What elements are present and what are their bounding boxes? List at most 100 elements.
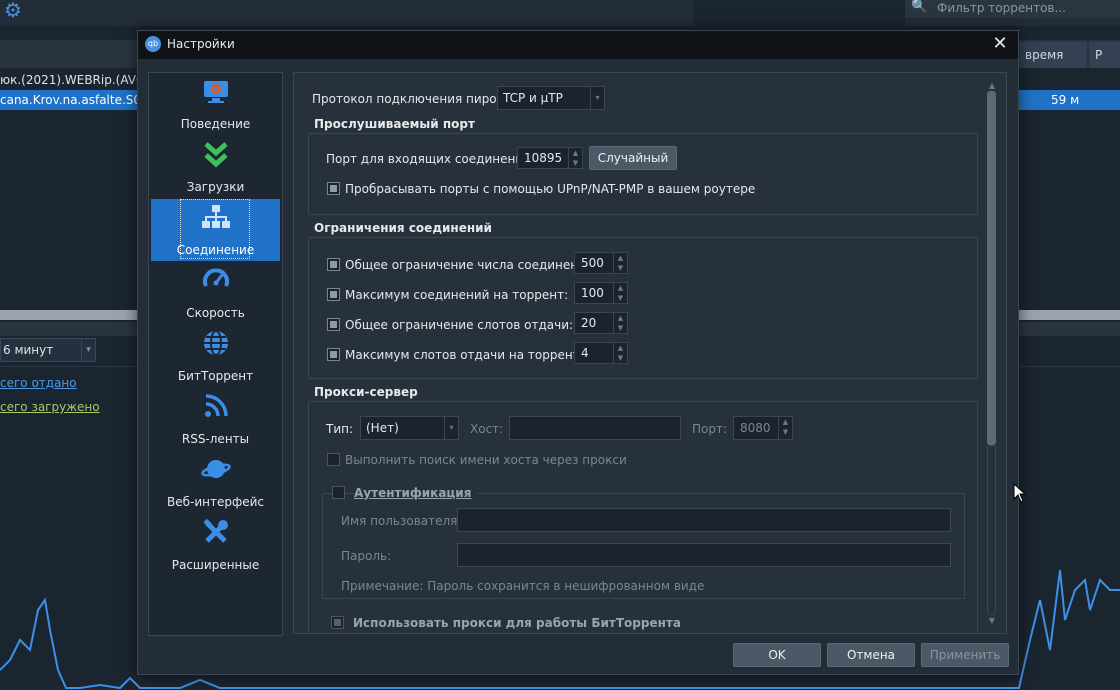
spin-arrows-icon[interactable]: ▲ ▼: [613, 253, 627, 273]
per-torrent-connections-spinbox[interactable]: 100 ▲ ▼: [574, 282, 628, 304]
proxy-group: Тип: (Нет) ▾ Хост: Порт: 8080 ▲ ▼ Выполни…: [308, 401, 978, 633]
proxy-hostname-lookup-checkbox[interactable]: [327, 453, 340, 466]
sidebar-item-label: БитТоррент: [177, 369, 254, 383]
spin-arrows-icon[interactable]: ▲ ▼: [778, 417, 792, 439]
scroll-up-icon[interactable]: ▲: [986, 81, 998, 91]
sidebar-item-label: RSS-ленты: [181, 432, 250, 446]
use-proxy-bittorrent-checkbox[interactable]: [331, 616, 344, 629]
sidebar-item-advanced[interactable]: Расширенные: [151, 514, 280, 576]
settings-dialog: qb Настройки ✕ Поведение Загрузки Соедин…: [137, 30, 1019, 675]
monitor-gear-icon: [151, 77, 280, 107]
global-connections-checkbox[interactable]: [327, 258, 340, 271]
upnp-checkbox[interactable]: [327, 182, 340, 195]
proxy-type-select[interactable]: (Нет) ▾: [360, 416, 459, 440]
spin-arrows-icon[interactable]: ▲ ▼: [568, 148, 582, 168]
chevron-down-icon: ▾: [81, 339, 95, 361]
protocol-select[interactable]: TCP и µTP ▾: [497, 86, 605, 110]
sidebar-item-label: Загрузки: [186, 180, 245, 194]
scroll-track[interactable]: [987, 445, 996, 615]
use-proxy-bittorrent-label: Использовать прокси для работы БитТоррен…: [353, 616, 681, 630]
apply-button[interactable]: Применить: [921, 643, 1009, 667]
cancel-button[interactable]: Отмена: [827, 643, 915, 667]
global-connections-label: Общее ограничение числа соединений:: [345, 258, 598, 272]
graph-interval-select[interactable]: 6 минут ▾: [0, 338, 96, 362]
rss-icon: [151, 392, 280, 422]
incoming-port-spinbox[interactable]: 10895 ▲ ▼: [517, 147, 583, 169]
per-torrent-connections-label: Максимум соединений на торрент:: [345, 288, 569, 302]
sidebar-item-label: Поведение: [180, 117, 251, 131]
double-chevron-down-icon: [151, 140, 280, 170]
global-upload-slots-checkbox[interactable]: [327, 318, 340, 331]
scroll-thumb[interactable]: [987, 91, 996, 445]
proxy-port-label: Порт:: [692, 422, 728, 436]
globe-icon: [151, 329, 280, 359]
upnp-label: Пробрасывать порты с помощью UPnP/NAT-PM…: [345, 182, 756, 196]
speedometer-icon: [151, 266, 280, 296]
proxy-hostname-lookup-label: Выполнить поиск имени хоста через прокси: [345, 453, 627, 467]
column-header-r[interactable]: Р: [1089, 42, 1120, 68]
sidebar-item-behavior[interactable]: Поведение: [151, 73, 280, 135]
global-connections-spinbox[interactable]: 500 ▲ ▼: [574, 252, 628, 274]
listening-port-title: Прослушиваемый порт: [314, 117, 475, 131]
sidebar-item-bittorrent[interactable]: БитТоррент: [151, 325, 280, 387]
username-input[interactable]: [457, 508, 951, 532]
legend-downloaded[interactable]: сего загружено: [0, 400, 100, 414]
global-upload-slots-label: Общее ограничение слотов отдачи:: [345, 318, 574, 332]
ok-button[interactable]: OK: [733, 643, 821, 667]
sidebar-item-label: Соединение: [176, 243, 255, 257]
mouse-cursor-icon: [1013, 483, 1025, 503]
password-label: Пароль:: [341, 549, 392, 563]
incoming-port-label: Порт для входящих соединений:: [326, 152, 535, 166]
content-scrollbar[interactable]: ▲ ▼: [986, 81, 998, 625]
legend-uploaded[interactable]: сего отдано: [0, 376, 77, 390]
password-input[interactable]: [457, 543, 951, 567]
dialog-title: Настройки: [167, 37, 235, 51]
proxy-type-label: Тип:: [326, 422, 354, 436]
scroll-down-icon[interactable]: ▼: [986, 616, 998, 626]
spin-arrows-icon[interactable]: ▲ ▼: [613, 343, 627, 363]
sidebar-item-webui[interactable]: Веб-интерфейс: [151, 451, 280, 513]
spin-arrows-icon[interactable]: ▲ ▼: [613, 283, 627, 303]
per-torrent-connections-checkbox[interactable]: [327, 288, 340, 301]
sidebar-item-downloads[interactable]: Загрузки: [151, 136, 280, 198]
auth-note: Примечание: Пароль сохранится в нешифров…: [341, 579, 705, 593]
per-torrent-upload-slots-checkbox[interactable]: [327, 348, 340, 361]
proxy-host-label: Хост:: [470, 422, 504, 436]
torrent-filter-input[interactable]: 🔍 Фильтр торрентов...: [905, 0, 1120, 18]
proxy-auth-checkbox[interactable]: [332, 486, 345, 499]
planet-icon: [151, 455, 280, 485]
dialog-titlebar: qb Настройки ✕: [138, 31, 1018, 59]
toolbar-spacer: [694, 0, 905, 26]
qbittorrent-logo-icon: qb: [145, 36, 161, 52]
sidebar-item-label: Расширенные: [171, 558, 260, 572]
close-icon[interactable]: ✕: [990, 33, 1010, 55]
sidebar-item-rss[interactable]: RSS-ленты: [151, 388, 280, 450]
tools-icon: [151, 518, 280, 548]
random-port-button[interactable]: Случайный: [589, 146, 677, 170]
proxy-title: Прокси-сервер: [314, 385, 418, 399]
spin-arrows-icon[interactable]: ▲ ▼: [613, 313, 627, 333]
sidebar-item-label: Веб-интерфейс: [166, 495, 265, 509]
proxy-host-input[interactable]: [509, 416, 681, 440]
proxy-auth-title: Аутентификация: [354, 486, 478, 500]
column-header-time[interactable]: время: [1019, 42, 1087, 68]
sidebar-item-speed[interactable]: Скорость: [151, 262, 280, 324]
chevron-down-icon: ▾: [590, 87, 604, 109]
username-label: Имя пользователя:: [341, 514, 462, 528]
listening-port-group: Порт для входящих соединений: 10895 ▲ ▼ С…: [308, 133, 978, 215]
connection-limits-group: Общее ограничение числа соединений: 500 …: [308, 237, 978, 379]
per-torrent-upload-slots-label: Максимум слотов отдачи на торрент:: [345, 348, 584, 362]
network-icon: [151, 203, 280, 233]
gear-icon[interactable]: ⚙: [4, 0, 26, 22]
sidebar-item-label: Скорость: [186, 306, 245, 320]
connection-settings-panel: Протокол подключения пиров: TCP и µTP ▾ …: [293, 72, 1007, 634]
protocol-label: Протокол подключения пиров:: [312, 92, 508, 106]
proxy-auth-group: Аутентификация Имя пользователя: Пароль:…: [322, 486, 965, 599]
connection-limits-title: Ограничения соединений: [314, 221, 492, 235]
proxy-port-spinbox[interactable]: 8080 ▲ ▼: [733, 416, 793, 440]
chevron-down-icon: ▾: [444, 417, 458, 439]
per-torrent-upload-slots-spinbox[interactable]: 4 ▲ ▼: [574, 342, 628, 364]
global-upload-slots-spinbox[interactable]: 20 ▲ ▼: [574, 312, 628, 334]
sidebar-item-connection[interactable]: Соединение: [151, 199, 280, 261]
settings-sidebar: Поведение Загрузки Соединение Скорость Б…: [148, 72, 283, 636]
